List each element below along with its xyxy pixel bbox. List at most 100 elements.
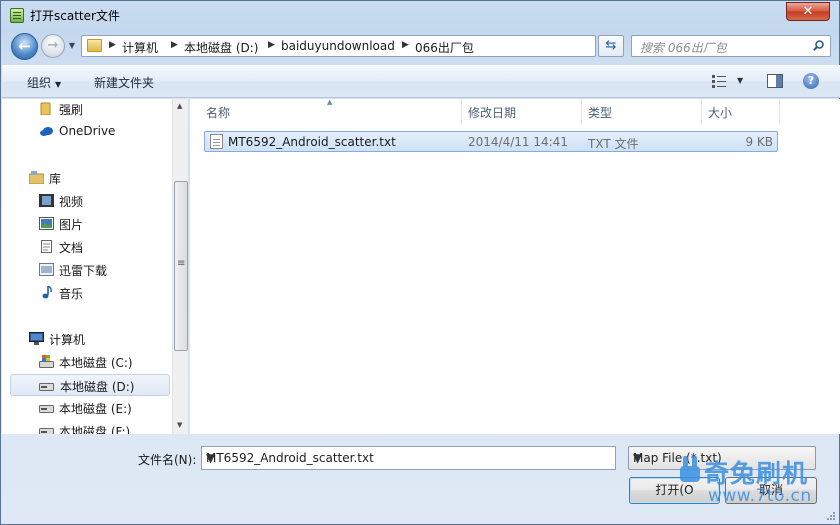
back-button[interactable]: ← [11,33,38,60]
sidebar-item-xunlei-downloads[interactable]: 迅雷下载 [39,260,164,280]
column-header-label: 大小 [708,106,733,120]
sidebar-item-label: 本地磁盘 (E:) [59,402,132,416]
preview-pane-icon[interactable] [767,74,783,88]
file-name: MT6592_Android_scatter.txt [228,135,396,149]
column-header-size[interactable]: 大小 [702,99,780,124]
breadcrumb-separator-icon[interactable]: ▶ [268,40,275,50]
recent-locations-dropdown[interactable]: ▼ [67,41,77,51]
column-header-label: 类型 [588,106,613,120]
folder-icon [40,102,51,115]
sidebar-item-libraries[interactable]: 库 [29,168,159,188]
column-header-type[interactable]: 类型 [582,99,702,124]
scroll-down-icon[interactable]: ▼ [177,421,182,429]
forward-arrow-icon: → [47,38,59,53]
sidebar-item-label: 本地磁盘 (D:) [60,380,135,394]
open-file-dialog: 打开scatter文件 ✕ ← → ▼ ▶ 计算机 ▶ 本地磁盘 (D:) ▶ … [0,0,840,525]
folder-icon [87,39,102,52]
scroll-up-icon[interactable]: ▲ [177,102,182,110]
app-icon [10,8,24,23]
column-header-name[interactable]: 名称 [200,99,462,124]
filename-input[interactable]: MT6592_Android_scatter.txt ▼ [201,446,616,470]
chevron-down-icon: ▼ [55,80,62,89]
sidebar-item-documents[interactable]: 文档 [39,237,164,257]
filename-label: 文件名(N): [138,453,197,467]
navigation-pane: 强刷 OneDrive 库 视频 图片 文档 迅雷下载 音乐 计算机 本地磁盘 … [2,99,189,434]
sidebar-item-drive-d[interactable]: 本地磁盘 (D:) [10,374,170,396]
sidebar-item-music[interactable]: 音乐 [39,283,164,303]
views-dropdown-icon[interactable]: ▼ [737,76,743,85]
watermark-url: www.7to.cn [708,486,812,506]
text-file-icon [210,134,223,149]
drive-icon [39,428,54,434]
chevron-down-icon[interactable]: ▼ [206,451,611,465]
command-bar: 组织 ▼ 新建文件夹 ▼ ? [2,65,840,98]
sidebar-item-pictures[interactable]: 图片 [39,214,164,234]
sidebar-item-drive-c[interactable]: 本地磁盘 (C:) [39,352,164,372]
sidebar-item-label: 强刷 [59,103,84,117]
refresh-icon: ⇆ [605,38,617,53]
scrollbar-thumb[interactable] [174,181,188,351]
search-icon[interactable] [813,40,824,51]
sidebar-item-label: 计算机 [49,333,86,347]
cloud-icon [40,127,53,136]
system-drive-icon [39,355,54,368]
sidebar-item-label: 本地磁盘 (C:) [59,356,133,370]
drive-icon [39,405,54,413]
help-icon[interactable]: ? [803,73,819,89]
address-bar[interactable]: ▶ 计算机 ▶ 本地磁盘 (D:) ▶ baiduyundownload ▶ 0… [81,35,596,57]
computer-icon [29,332,44,345]
library-icon [29,171,44,184]
navigation-scrollbar[interactable]: ▲ ▼ [172,99,188,434]
sidebar-item-label: 本地磁盘 (F:) [59,425,131,434]
search-placeholder: 搜索 066出厂包 [640,41,727,55]
breadcrumb-separator-icon[interactable]: ▶ [171,40,178,50]
breadcrumb-separator-icon[interactable]: ▶ [109,40,116,50]
file-list: ▲ 名称 修改日期 类型 大小 MT6592_Android_scatter.t… [190,98,840,434]
file-size: 9 KB [745,135,773,149]
sidebar-item-label: 文档 [59,241,84,255]
document-icon [41,240,52,253]
sidebar-item-label: 视频 [59,195,84,209]
sidebar-item-drive-e[interactable]: 本地磁盘 (E:) [39,398,164,418]
drive-icon [39,383,54,391]
file-date: 2014/4/11 14:41 [468,135,568,149]
video-icon [39,194,54,207]
resize-grip-icon[interactable] [826,511,836,521]
views-icon[interactable] [712,75,726,88]
close-button[interactable]: ✕ [786,2,830,21]
watermark-text: 奇兔刷机 [704,459,809,488]
breadcrumb-separator-icon[interactable]: ▶ [402,40,409,50]
watermark: 奇兔刷机 www.7to.cn [678,456,838,506]
sidebar-item-computer[interactable]: 计算机 [29,329,159,349]
breadcrumb-baiduyundownload[interactable]: baiduyundownload [281,39,395,53]
refresh-button[interactable]: ⇆ [598,35,624,57]
sidebar-item-onedrive[interactable]: OneDrive [39,122,164,142]
sidebar-item-label: 库 [49,172,62,186]
forward-button[interactable]: → [41,34,65,58]
music-icon [42,286,52,299]
picture-icon [39,217,54,230]
window-title: 打开scatter文件 [30,9,120,23]
sidebar-item-qiangshua[interactable]: 强刷 [39,99,164,119]
back-arrow-icon: ← [18,37,31,55]
rabbit-logo-icon [680,456,700,482]
organize-button[interactable]: 组织 ▼ [27,74,61,91]
column-header-label: 名称 [206,106,231,120]
breadcrumb-current-folder[interactable]: 066出厂包 [415,39,474,56]
organize-label: 组织 [27,76,52,90]
search-input[interactable]: 搜索 066出厂包 [631,35,831,57]
breadcrumb-computer[interactable]: 计算机 [122,39,158,56]
file-row[interactable]: MT6592_Android_scatter.txt 2014/4/11 14:… [204,131,778,152]
sidebar-item-label: 音乐 [59,287,84,301]
sidebar-item-videos[interactable]: 视频 [39,191,164,211]
new-folder-button[interactable]: 新建文件夹 [94,74,154,91]
sidebar-item-label: 图片 [59,218,84,232]
breadcrumb-drive-d[interactable]: 本地磁盘 (D:) [184,39,258,56]
sidebar-item-label: 迅雷下载 [59,264,108,278]
file-type: TXT 文件 [588,137,639,151]
download-icon [39,263,54,276]
title-bar[interactable]: 打开scatter文件 ✕ [1,1,839,29]
sidebar-item-drive-f[interactable]: 本地磁盘 (F:) [39,421,164,434]
column-header-date[interactable]: 修改日期 [462,99,582,124]
sidebar-item-label: OneDrive [59,124,116,138]
